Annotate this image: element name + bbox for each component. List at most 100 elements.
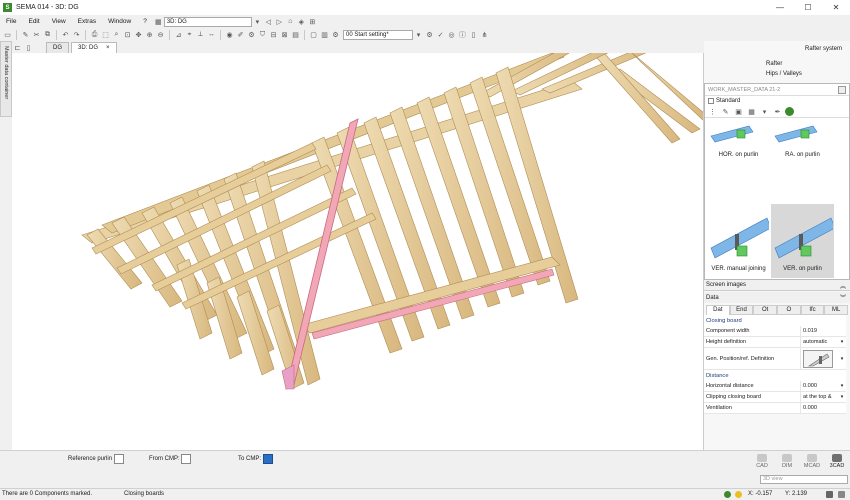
setting-select[interactable]: 00 Start setting* [343, 29, 413, 40]
target-icon[interactable]: ◎ [446, 29, 457, 40]
pencil-icon[interactable]: ✎ [720, 106, 731, 117]
tab-end[interactable]: End [729, 305, 754, 315]
tab-ml[interactable]: ML [824, 305, 849, 315]
chevron-down-icon[interactable]: ▾ [838, 383, 846, 389]
clipping-closing-board-select[interactable]: at the top & [800, 392, 838, 402]
maximize-button[interactable]: ☐ [794, 0, 822, 15]
close-window-button[interactable]: ✕ [822, 0, 850, 15]
master-data-container-strip[interactable]: Master data container [0, 41, 12, 117]
minimize-button[interactable]: — [766, 0, 794, 15]
tree-icon[interactable]: ⋮ [707, 106, 718, 117]
mode-3cad[interactable]: 3CAD [826, 454, 848, 469]
copy-icon[interactable]: ⧉ [42, 29, 53, 40]
check-icon[interactable]: ✓ [435, 29, 446, 40]
grid-icon[interactable]: ▦ [153, 16, 164, 27]
mode-mcad[interactable]: MCAD [801, 454, 823, 469]
snap-icon[interactable]: ⌖ [184, 29, 195, 40]
structure-icon[interactable]: ⊟ [268, 29, 279, 40]
chevron-down-icon[interactable]: ▾ [838, 339, 846, 345]
tab-close-icon[interactable]: × [106, 45, 110, 51]
screen-images-header[interactable]: Screen images ︽ [704, 280, 850, 291]
chevron-down-icon[interactable]: ▾ [759, 106, 770, 117]
expand-icon[interactable] [838, 85, 846, 94]
tab-ifc[interactable]: Ifc [800, 305, 825, 315]
standard-row[interactable]: Standard [705, 96, 849, 106]
forward-icon[interactable]: ▷ [274, 16, 285, 27]
filter-icon[interactable]: ⛉ [257, 29, 268, 40]
expand-icon[interactable]: ︾ [840, 293, 846, 302]
panel-icon[interactable]: ▢ [308, 29, 319, 40]
network-icon[interactable]: ⋔ [479, 29, 490, 40]
chevron-down-icon[interactable]: ▾ [252, 16, 263, 27]
select-icon[interactable]: ⬚ [100, 29, 111, 40]
gear-icon[interactable]: ⚙ [424, 29, 435, 40]
save-icon[interactable]: ▣ [733, 106, 744, 117]
visibility-icon[interactable]: ◉ [224, 29, 235, 40]
zoom-in-icon[interactable]: ⊕ [144, 29, 155, 40]
data-header[interactable]: Data ︾ [704, 292, 850, 303]
redo-icon[interactable]: ↷ [71, 29, 82, 40]
3d-viewport[interactable] [12, 53, 704, 450]
tab-dg[interactable]: DG [46, 42, 69, 53]
info-icon[interactable]: ⓘ [457, 29, 468, 40]
tab-nav-icon[interactable]: ▯ [23, 42, 34, 53]
component-width-field[interactable]: 0.019 [800, 326, 846, 336]
view-select[interactable]: 3D: DG [163, 16, 252, 27]
link-rafter[interactable]: Rafter [766, 61, 782, 67]
pick-icon[interactable]: ✒ [772, 106, 783, 117]
tab-3d-dg[interactable]: 3D: DG × [71, 42, 117, 53]
grid-view-icon[interactable]: ▦ [746, 106, 757, 117]
brush-icon[interactable]: ✐ [235, 29, 246, 40]
undo-icon[interactable]: ↶ [60, 29, 71, 40]
tab-ot[interactable]: Ot [753, 305, 778, 315]
house-icon[interactable]: ⌂ [285, 16, 296, 27]
measure-icon[interactable]: ⊿ [173, 29, 184, 40]
mode-dim[interactable]: DIM [776, 454, 798, 469]
explode-icon[interactable]: ⊠ [279, 29, 290, 40]
menu-view[interactable]: View [46, 18, 72, 25]
settings-icon[interactable]: ⚙ [330, 29, 341, 40]
chevron-down-icon[interactable]: ▾ [413, 29, 424, 40]
menu-extras[interactable]: Extras [72, 18, 102, 25]
highlight-icon[interactable]: ▤ [290, 29, 301, 40]
rafter-system-title[interactable]: Rafter system [805, 46, 842, 52]
tile-ra-on-purlin[interactable]: RA. on purlin [771, 124, 834, 164]
link-hips-valleys[interactable]: Hips / Valleys [766, 71, 802, 77]
confirm-icon[interactable] [785, 107, 794, 116]
mode-cad[interactable]: CAD [751, 454, 773, 469]
to-cmp-picker[interactable] [263, 454, 273, 464]
height-definition-select[interactable]: automatic [800, 337, 838, 347]
tab-nav-icon[interactable]: ⊏ [12, 42, 23, 53]
chevron-down-icon[interactable]: ▾ [838, 356, 846, 362]
back-icon[interactable]: ◁ [263, 16, 274, 27]
menu-file[interactable]: File [0, 18, 22, 25]
horizontal-distance-field[interactable]: 0.000 [800, 381, 838, 391]
scissors-icon[interactable]: ✂ [31, 29, 42, 40]
dimension-icon[interactable]: ↔ [206, 29, 217, 40]
grid-toggle-icon[interactable] [826, 491, 833, 498]
menu-edit[interactable]: Edit [22, 18, 45, 25]
attributes-icon[interactable]: ⚙ [246, 29, 257, 40]
tile-ver-on-purlin[interactable]: VER. on purlin [771, 204, 835, 278]
open-folder-icon[interactable]: ▭ [2, 29, 13, 40]
zoom-out-icon[interactable]: ⊖ [155, 29, 166, 40]
eye-icon[interactable] [735, 491, 742, 498]
tile-ver-manual-joining[interactable]: VER. manual joining [707, 204, 771, 278]
collapse-icon[interactable]: ︽ [840, 281, 846, 290]
tile-hor-on-purlin[interactable]: HOR. on purlin [707, 124, 770, 164]
snap-toggle-icon[interactable] [838, 491, 845, 498]
ventilation-field[interactable]: 0.000 [800, 403, 846, 413]
print-icon[interactable]: ⎙ [89, 29, 100, 40]
pan-icon[interactable]: ✥ [133, 29, 144, 40]
tab-o[interactable]: O [777, 305, 801, 315]
layout-icon[interactable]: ▥ [319, 29, 330, 40]
axis-icon[interactable]: ⟂ [195, 29, 206, 40]
zoom-window-icon[interactable]: ⊡ [122, 29, 133, 40]
position-definition-picker[interactable] [800, 348, 838, 369]
menu-window[interactable]: Window [102, 18, 137, 25]
tab-dat[interactable]: Dat [706, 305, 730, 315]
shapes-icon[interactable]: ⊞ [307, 16, 318, 27]
chevron-down-icon[interactable]: ▾ [838, 394, 846, 400]
zoom-icon[interactable]: ⌕ [111, 29, 122, 40]
menu-help[interactable]: ? [137, 18, 153, 25]
